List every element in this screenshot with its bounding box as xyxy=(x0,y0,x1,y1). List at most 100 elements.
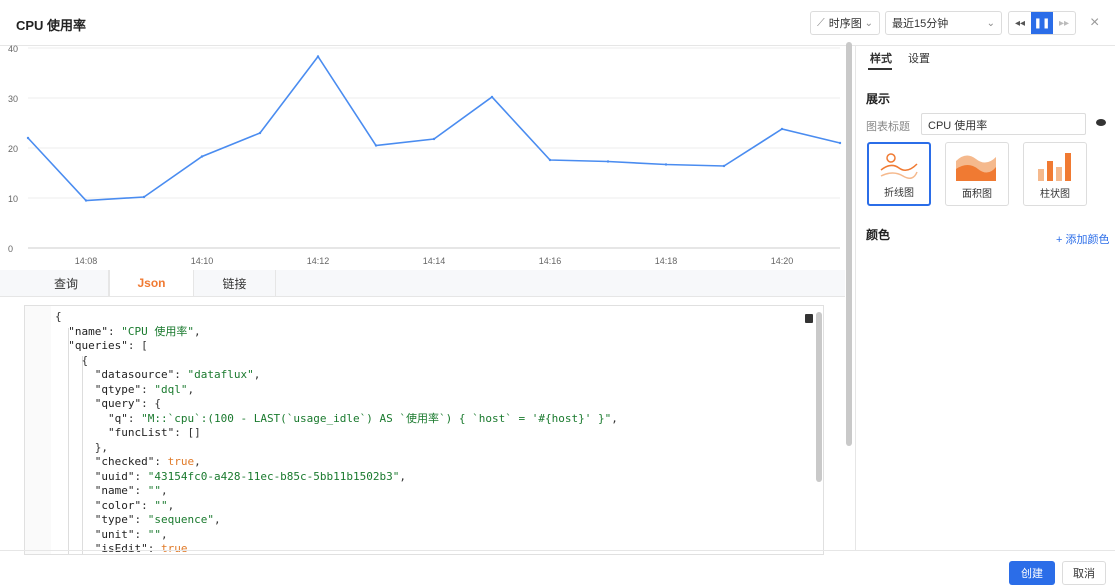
json-line: "funcList": [] xyxy=(55,426,201,440)
style-line-card[interactable]: 折线图 xyxy=(867,142,931,206)
json-token: : [] xyxy=(174,426,201,439)
y-tick-label: 20 xyxy=(8,144,18,154)
copy-icon[interactable] xyxy=(805,314,813,323)
json-token: { xyxy=(55,310,62,323)
close-icon[interactable]: × xyxy=(1090,14,1099,32)
json-token: , xyxy=(160,527,168,541)
chart-title-input[interactable]: CPU 使用率 xyxy=(921,113,1086,135)
line-style-icon xyxy=(880,153,918,179)
data-point[interactable] xyxy=(780,127,784,131)
json-token: "dql" xyxy=(154,382,188,396)
chart-type-value: 时序图 xyxy=(828,18,862,30)
json-token: : xyxy=(141,382,155,396)
pause-button[interactable]: ❚❚ xyxy=(1031,12,1053,34)
cancel-button[interactable]: 取消 xyxy=(1062,561,1106,585)
json-token: : xyxy=(107,324,122,338)
json-token: "queries" xyxy=(55,339,128,352)
display-section-title: 展示 xyxy=(866,92,891,106)
dialog-footer: 创建 取消 xyxy=(0,550,1115,586)
json-token: , xyxy=(167,498,175,512)
data-point[interactable] xyxy=(26,136,30,140)
x-tick-label: 14:14 xyxy=(423,256,446,266)
data-point[interactable] xyxy=(432,137,436,141)
y-tick-label: 0 xyxy=(8,244,13,254)
json-token: "" xyxy=(147,484,161,497)
color-section-title: 颜色 xyxy=(866,228,891,242)
json-token: : xyxy=(141,498,155,512)
forward-button[interactable]: ▸▸ xyxy=(1053,12,1075,34)
active-tab-indicator xyxy=(868,68,892,70)
tab-style[interactable]: 样式 xyxy=(870,50,892,66)
line-chart: 0 10 20 30 40 14:08 14:10 14:12 14:14 14:16 14:18 1… xyxy=(0,38,845,270)
json-token: "color" xyxy=(55,498,142,512)
json-editor[interactable]: { "name": "CPU 使用率", "queries": [ { "dat… xyxy=(24,305,824,555)
json-token: , xyxy=(253,368,261,381)
y-tick-label: 40 xyxy=(8,44,18,54)
data-point[interactable] xyxy=(490,95,494,99)
editor-scrollbar[interactable] xyxy=(816,312,822,482)
series-line[interactable] xyxy=(27,55,841,202)
data-point[interactable] xyxy=(722,164,726,168)
chart-svg: 0 10 20 30 40 14:08 14:10 14:12 14:14 14:16 14:18 1… xyxy=(8,44,842,266)
json-token: , xyxy=(160,484,168,497)
json-token: "sequence" xyxy=(147,513,214,526)
json-token: : xyxy=(134,527,148,541)
area-style-icon xyxy=(956,155,996,181)
json-token: : xyxy=(134,513,148,526)
data-point[interactable] xyxy=(548,158,552,162)
chart-title-label: 图表标题 xyxy=(866,121,910,133)
style-area-label: 面积图 xyxy=(962,189,992,200)
json-token: "funcList" xyxy=(55,426,175,439)
json-token: "name" xyxy=(55,324,108,338)
data-point[interactable] xyxy=(316,55,320,58)
json-token: , xyxy=(399,469,407,483)
create-button[interactable]: 创建 xyxy=(1009,561,1055,585)
data-point[interactable] xyxy=(84,199,88,202)
json-token: "unit" xyxy=(55,527,135,541)
data-point[interactable] xyxy=(374,144,378,147)
json-token: : xyxy=(154,455,168,468)
json-token: : xyxy=(127,411,142,425)
tab-json[interactable]: Json xyxy=(109,270,194,296)
json-token: "q" xyxy=(55,411,128,425)
json-token: "uuid" xyxy=(55,469,135,483)
style-area-card[interactable]: 面积图 xyxy=(945,142,1009,206)
json-token: "43154fc0-a428-11ec-b85c-5bb11b1502b3" xyxy=(147,469,400,483)
data-point[interactable] xyxy=(838,141,842,145)
tab-link[interactable]: 链接 xyxy=(194,270,276,296)
json-token: , xyxy=(187,382,195,396)
json-token: }, xyxy=(55,440,108,454)
data-point[interactable] xyxy=(664,163,668,166)
style-bar-card[interactable]: 柱状图 xyxy=(1023,142,1087,206)
json-token: , xyxy=(611,411,618,425)
json-token: "qtype" xyxy=(55,382,142,396)
data-point[interactable] xyxy=(200,155,204,158)
json-token: "" xyxy=(154,498,168,512)
json-token: "name" xyxy=(55,484,135,497)
editor-tabs: 查询 Json 链接 xyxy=(0,270,845,297)
add-color-link[interactable]: + 添加颜色 xyxy=(1056,231,1109,247)
tab-query[interactable]: 查询 xyxy=(24,270,109,296)
data-point[interactable] xyxy=(606,160,610,163)
chart-type-select[interactable]: ⟋ 时序图 ⌄ xyxy=(810,11,880,35)
eye-icon[interactable] xyxy=(1096,119,1106,126)
data-point[interactable] xyxy=(142,195,146,199)
json-line: }, xyxy=(55,441,108,455)
tab-settings[interactable]: 设置 xyxy=(908,50,930,66)
main-scrollbar[interactable] xyxy=(846,42,852,446)
rewind-button[interactable]: ◂◂ xyxy=(1009,12,1031,34)
editor-gutter xyxy=(25,306,51,554)
time-range-select[interactable]: 最近15分钟 ⌄ xyxy=(885,11,1002,35)
json-line: "query": { xyxy=(55,397,161,411)
x-tick-label: 14:12 xyxy=(307,256,330,266)
playback-controls: ◂◂ ❚❚ ▸▸ xyxy=(1008,11,1076,35)
json-token: : [ xyxy=(127,339,148,352)
y-tick-label: 10 xyxy=(8,194,18,204)
data-point[interactable] xyxy=(258,131,262,135)
json-token: : xyxy=(134,469,148,483)
settings-panel: 样式 设置 展示 图表标题 CPU 使用率 折线图 面积图 柱状图 颜色 + 添… xyxy=(855,46,1115,550)
chevron-down-icon: ⌄ xyxy=(864,17,873,29)
json-line: "qtype": "dql", xyxy=(55,383,194,397)
page-title: CPU 使用率 xyxy=(16,18,87,33)
json-line: "name": "", xyxy=(55,484,168,498)
